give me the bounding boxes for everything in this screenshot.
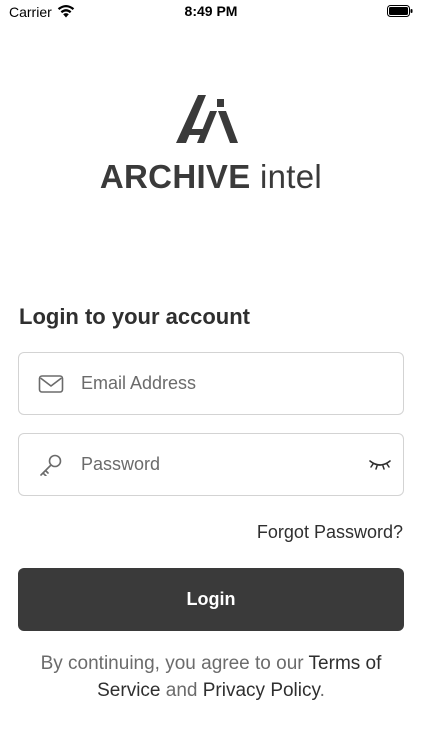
status-bar: Carrier 8:49 PM bbox=[0, 0, 422, 26]
clock: 8:49 PM bbox=[184, 3, 238, 19]
password-field[interactable] bbox=[18, 433, 404, 496]
brand-name-suffix: intel bbox=[260, 158, 323, 195]
email-input[interactable] bbox=[81, 353, 361, 414]
brand-name: ARCHIVE intel bbox=[0, 158, 422, 196]
forgot-password-link[interactable]: Forgot Password? bbox=[257, 522, 403, 543]
terms-conjunction: and bbox=[165, 680, 198, 701]
login-heading: Login to your account bbox=[19, 304, 250, 329]
brand-name-main: ARCHIVE bbox=[99, 158, 251, 195]
battery-icon bbox=[387, 5, 413, 17]
login-button[interactable]: Login bbox=[18, 568, 404, 631]
email-field[interactable] bbox=[18, 352, 404, 415]
terms-suffix: . bbox=[319, 680, 325, 701]
archive-intel-logo-icon bbox=[176, 95, 238, 143]
password-input[interactable] bbox=[81, 434, 361, 495]
envelope-icon bbox=[38, 375, 64, 393]
terms-notice: By continuing, you agree to our Terms of… bbox=[40, 650, 382, 704]
privacy-policy-link[interactable]: Privacy Policy bbox=[203, 680, 320, 701]
eye-closed-icon[interactable] bbox=[369, 456, 391, 474]
key-icon bbox=[40, 454, 62, 476]
terms-prefix: By continuing, you agree to our bbox=[40, 653, 304, 674]
